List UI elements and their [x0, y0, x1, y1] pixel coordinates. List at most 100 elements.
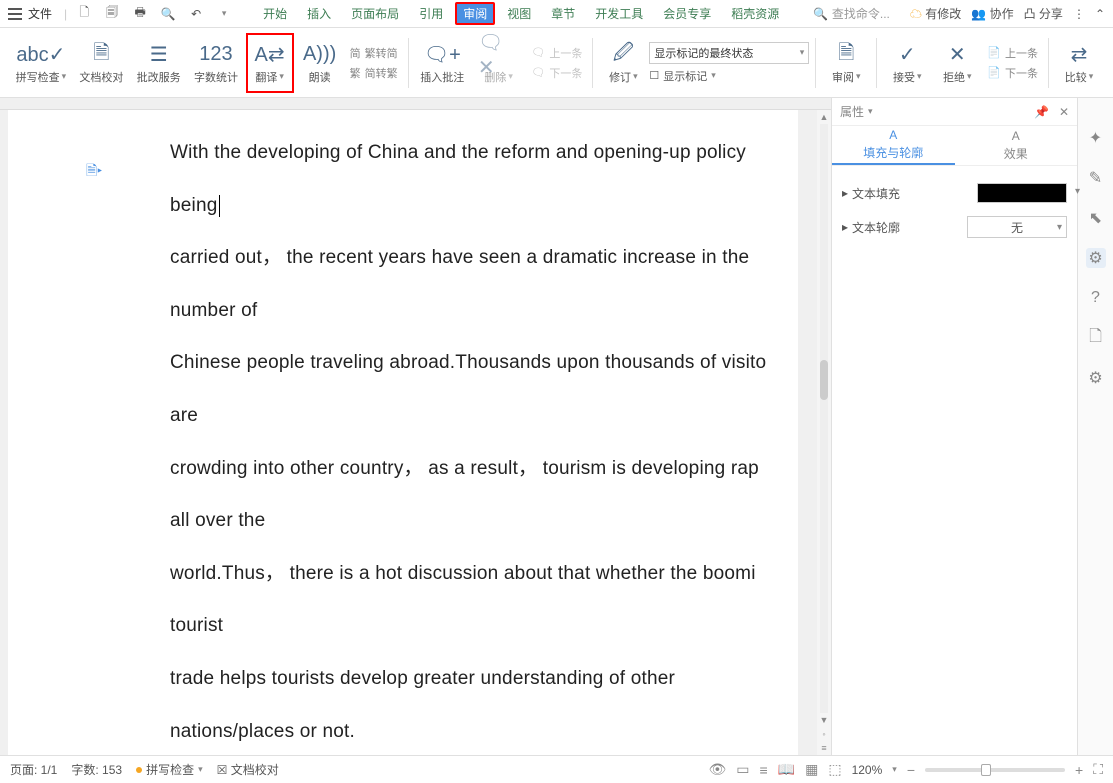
read-button[interactable]: A))) 朗读 [296, 33, 344, 93]
tool-template-icon[interactable]: 🗋 [1086, 328, 1106, 348]
zoom-slider[interactable] [925, 768, 1065, 772]
review-button[interactable]: 🗎 审阅▾ [822, 33, 870, 93]
share-button[interactable]: 凸 分享 [1024, 5, 1063, 22]
doc-paragraph[interactable]: are [170, 403, 798, 430]
hamburger-icon[interactable] [8, 8, 22, 20]
translate-button[interactable]: A⇄ 翻译▾ [246, 33, 294, 93]
eye-icon[interactable]: 👁 [708, 761, 726, 778]
doc-paragraph[interactable]: all over the [170, 508, 798, 535]
doc-paragraph[interactable]: number of [170, 298, 798, 325]
command-search[interactable]: 🔍 查找命令... [813, 5, 890, 22]
collaborate-button[interactable]: 👥 协作 [971, 5, 1013, 22]
tab-docer[interactable]: 稻壳资源 [723, 2, 787, 25]
fill-icon: A [889, 128, 897, 142]
doc-paragraph[interactable]: being [170, 193, 798, 220]
tab-references[interactable]: 引用 [411, 2, 451, 25]
doc-paragraph[interactable]: world.Thus， there is a hot discussion ab… [170, 561, 798, 588]
doc-paragraph[interactable]: nations/places or not. [170, 719, 798, 746]
tab-review[interactable]: 审阅 [455, 2, 495, 25]
doc-paragraph[interactable]: trade helps tourists develop greater und… [170, 666, 798, 693]
reject-button[interactable]: ✕ 拒绝▾ [933, 33, 981, 93]
tab-start[interactable]: 开始 [255, 2, 295, 25]
prev-comment-button[interactable]: 🗨 上一条 [531, 45, 582, 61]
tab-sections[interactable]: 章节 [543, 2, 583, 25]
fullscreen-icon[interactable]: ⛶ [1093, 761, 1103, 778]
scroll-section-icon[interactable]: ◦ [822, 727, 825, 741]
tab-view[interactable]: 视图 [499, 2, 539, 25]
spellcheck-status[interactable]: 拼写检查▾ [136, 761, 203, 778]
spellcheck-button[interactable]: abc✓ 拼写检查▾ [10, 33, 72, 93]
trad2simp-button[interactable]: 繁简转繁 [350, 65, 398, 81]
document-area[interactable]: 🗎▸ With the developing of China and the … [0, 98, 831, 755]
accept-button[interactable]: ✓ 接受▾ [883, 33, 931, 93]
zoom-out-icon[interactable]: − [907, 762, 915, 778]
tab-effects[interactable]: A 效果 [955, 126, 1078, 165]
scroll-thumb[interactable] [820, 360, 828, 400]
qat-undo-icon[interactable]: ↶ [185, 3, 207, 25]
zoom-value[interactable]: 120% [852, 763, 883, 777]
collapse-ribbon-icon[interactable]: ⌃ [1095, 7, 1105, 21]
proofread-button[interactable]: 🗎 文档校对 [74, 33, 129, 93]
tab-layout[interactable]: 页面布局 [343, 2, 407, 25]
proofread-status[interactable]: ☒ 文档校对 [217, 761, 279, 778]
approve-button[interactable]: ☰ 批改服务 [131, 33, 186, 93]
page-indicator[interactable]: 页面: 1/1 [10, 761, 57, 778]
tab-insert[interactable]: 插入 [299, 2, 339, 25]
tab-developer[interactable]: 开发工具 [587, 2, 651, 25]
file-menu[interactable]: 文件 [28, 5, 52, 22]
tab-vip[interactable]: 会员专享 [655, 2, 719, 25]
qat-preview-icon[interactable]: 🔍 [157, 3, 179, 25]
simp2trad-button[interactable]: 简繁转简 [350, 45, 398, 61]
fit-icon[interactable]: ⬚ [828, 761, 841, 778]
word-count[interactable]: 字数: 153 [71, 761, 122, 778]
qat-print-icon[interactable]: 🖶 [129, 3, 151, 25]
tool-design-icon[interactable]: ✦ [1086, 128, 1106, 148]
doc-paragraph[interactable]: tourist [170, 613, 798, 640]
panel-title[interactable]: 属性▾ [840, 103, 873, 120]
page-marker-icon[interactable]: 🗎▸ [86, 160, 104, 178]
has-changes-button[interactable]: ☁ 有修改 [910, 5, 961, 22]
scroll-page-icon[interactable]: ≡ [821, 741, 826, 755]
properties-panel: 属性▾ 📌 ✕ A 填充与轮廓 A 效果 ▸ 文本填充 ▸ 文本轮廓 [831, 98, 1077, 755]
tab-fill-outline[interactable]: A 填充与轮廓 [832, 126, 955, 165]
doc-paragraph[interactable]: crowding into other country， as a result… [170, 456, 798, 483]
next-change-button[interactable]: 📄 下一条 [987, 65, 1038, 81]
show-markup-button[interactable]: ☐ 显示标记 ▾ [649, 68, 809, 84]
more-icon[interactable]: ⋮ [1073, 7, 1085, 21]
insert-comment-button[interactable]: 🗨+ 插入批注 [415, 33, 470, 93]
wordcount-button[interactable]: 123 字数统计 [188, 33, 243, 93]
vertical-scrollbar[interactable]: ▲ ▼ ◦ ≡ [817, 110, 831, 755]
tool-edit-icon[interactable]: ✎ [1086, 168, 1106, 188]
doc-paragraph[interactable]: With the developing of China and the ref… [170, 140, 798, 167]
scroll-up-icon[interactable]: ▲ [820, 110, 829, 124]
outline-select[interactable]: 无 [967, 216, 1067, 238]
doc-paragraph[interactable]: carried out， the recent years have seen … [170, 245, 798, 272]
tool-settings-icon[interactable]: ⚙ [1086, 248, 1106, 268]
accept-icon: ✓ [899, 41, 916, 69]
pin-icon[interactable]: 📌 [1034, 105, 1049, 119]
delete-comment-button[interactable]: 🗨✕ 删除▾ [472, 33, 525, 93]
view-outline-icon[interactable]: ≡ [760, 762, 768, 778]
proofread-icon: 🗎 [93, 41, 109, 69]
tool-help-icon[interactable]: ? [1086, 288, 1106, 308]
scroll-down-icon[interactable]: ▼ [820, 713, 829, 727]
prev-change-button[interactable]: 📄 上一条 [987, 45, 1038, 61]
compare-button[interactable]: ⇄ 比较▾ [1055, 33, 1103, 93]
track-changes-button[interactable]: 🖉 修订▾ [599, 33, 647, 93]
view-read-icon[interactable]: 📖 [778, 761, 795, 778]
qat-saveas-icon[interactable]: 🗐 [101, 3, 123, 25]
tool-select-icon[interactable]: ⬉ [1086, 208, 1106, 228]
text-fill-expander[interactable]: ▸ 文本填充 [842, 185, 900, 202]
view-page-icon[interactable]: ▭ [736, 761, 749, 778]
view-web-icon[interactable]: ▦ [805, 761, 818, 778]
close-icon[interactable]: ✕ [1059, 105, 1069, 119]
display-markup-select[interactable]: 显示标记的最终状态▾ [649, 42, 809, 64]
tool-gear-icon[interactable]: ⚙ [1086, 368, 1106, 388]
qat-save-icon[interactable]: 🗋 [73, 3, 95, 25]
next-comment-button[interactable]: 🗨 下一条 [531, 65, 582, 81]
qat-redo-icon[interactable]: ▾ [213, 3, 235, 25]
doc-paragraph[interactable]: Chinese people traveling abroad.Thousand… [170, 350, 798, 377]
fill-color-swatch[interactable] [977, 183, 1067, 203]
zoom-in-icon[interactable]: + [1075, 762, 1083, 778]
text-outline-expander[interactable]: ▸ 文本轮廓 [842, 219, 900, 236]
